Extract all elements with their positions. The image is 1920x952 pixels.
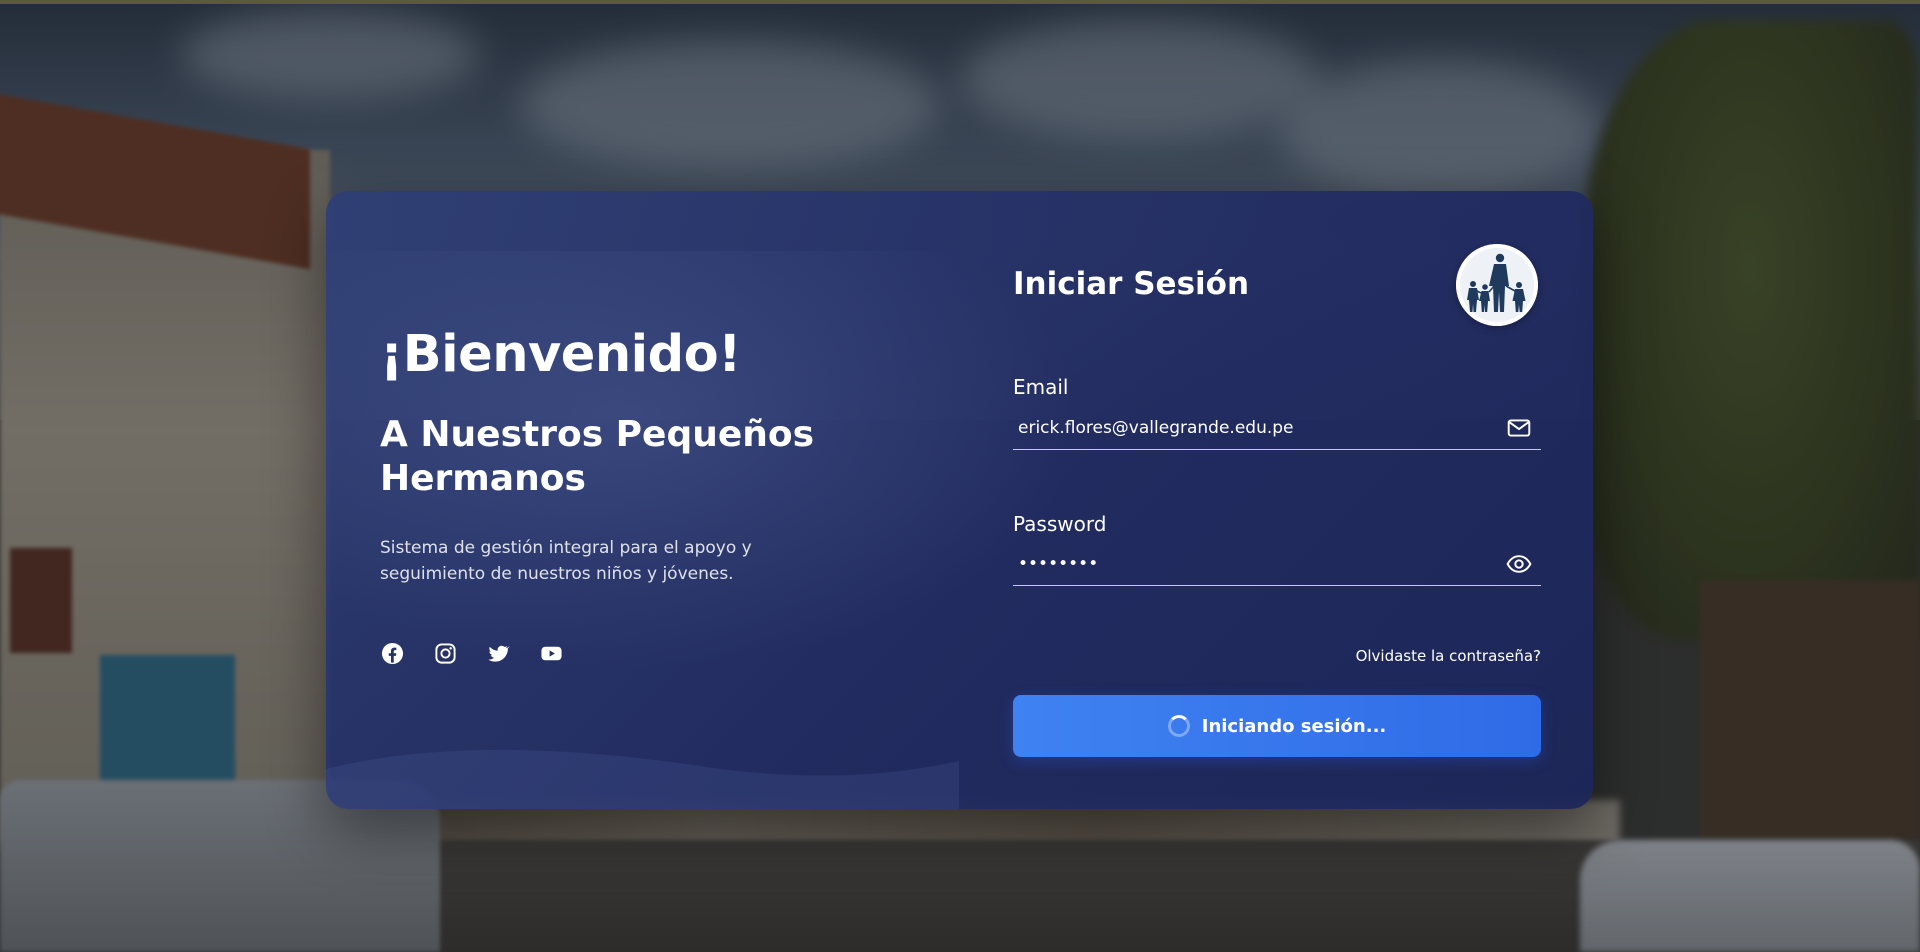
login-card: ¡Bienvenido! A Nuestros Pequeños Hermano… xyxy=(326,191,1593,809)
family-silhouette-icon xyxy=(1456,244,1538,326)
eye-icon[interactable] xyxy=(1505,550,1533,578)
password-field-container xyxy=(1013,542,1541,586)
login-button-label: Iniciando sesión... xyxy=(1201,715,1387,737)
password-label: Password xyxy=(1013,512,1107,536)
welcome-subtitle: A Nuestros Pequeños Hermanos xyxy=(380,414,815,499)
top-accent-line xyxy=(0,0,1920,4)
mail-icon xyxy=(1505,414,1533,442)
login-title: Iniciar Sesión xyxy=(1013,266,1250,302)
welcome-title: ¡Bienvenido! xyxy=(380,325,741,384)
password-field[interactable] xyxy=(1013,542,1505,585)
loading-spinner-icon xyxy=(1167,715,1190,737)
welcome-description: Sistema de gestión integral para el apoy… xyxy=(380,538,752,584)
family-silhouette-logo xyxy=(1456,244,1538,326)
instagram-icon xyxy=(434,642,456,664)
login-pane: Iniciar Sesión Email erick.flores@valleg… xyxy=(1013,191,1543,809)
instagram-link[interactable] xyxy=(433,641,457,665)
email-field-container xyxy=(1013,406,1541,450)
youtube-link[interactable] xyxy=(539,641,563,665)
facebook-icon xyxy=(381,642,403,664)
login-button[interactable]: Iniciando sesión... xyxy=(1013,695,1541,757)
youtube-icon xyxy=(540,646,562,660)
forgot-password-link[interactable]: Olvidaste la contraseña? xyxy=(1356,647,1541,665)
facebook-link[interactable] xyxy=(380,641,404,665)
welcome-pane: ¡Bienvenido! A Nuestros Pequeños Hermano… xyxy=(380,191,940,809)
social-links xyxy=(380,641,563,665)
email-label: Email xyxy=(1013,375,1069,399)
email-field[interactable] xyxy=(1013,406,1505,449)
twitter-link[interactable] xyxy=(486,641,510,665)
twitter-icon xyxy=(487,645,510,662)
